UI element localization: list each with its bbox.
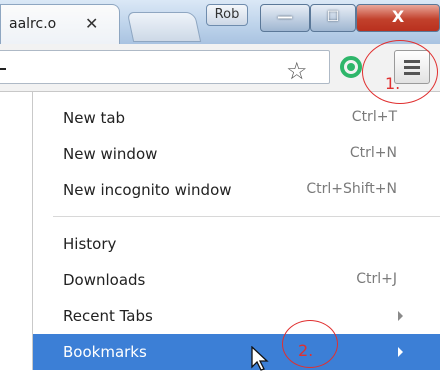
menu-item-shortcut: Ctrl+J (356, 271, 397, 287)
title-bar: aalrc.o ✕ Rob — ☐ X (0, 0, 440, 44)
annotation-label-1: 1. (385, 74, 401, 93)
menu-item-shortcut: Ctrl+Shift+N (306, 181, 397, 197)
browser-tab[interactable]: aalrc.o ✕ (0, 4, 120, 44)
menu-item-recent-tabs[interactable]: Recent Tabs (33, 298, 440, 334)
menu-item-bookmarks[interactable]: Bookmarks (33, 334, 440, 370)
menu-item-new-tab[interactable]: New tab Ctrl+T (33, 100, 440, 136)
menu-item-label: New window (63, 145, 158, 163)
maximize-button[interactable]: ☐ (310, 4, 356, 32)
menu-separator (53, 216, 440, 217)
menu-item-label: Bookmarks (63, 343, 147, 361)
menu-item-shortcut: Ctrl+N (349, 145, 397, 161)
minimize-button[interactable]: — (260, 4, 310, 32)
tab-close-icon[interactable]: ✕ (85, 14, 98, 33)
menu-item-label: New tab (63, 109, 126, 127)
annotation-label-2: 2. (298, 341, 314, 360)
menu-item-shortcut: Ctrl+T (351, 109, 397, 125)
mouse-cursor-icon (251, 346, 269, 371)
menu-item-downloads[interactable]: Downloads Ctrl+J (33, 262, 440, 298)
menu-item-label: Downloads (63, 271, 146, 289)
annotation-circle-1 (362, 40, 438, 104)
divider (0, 68, 6, 70)
profile-button[interactable]: Rob (206, 4, 248, 26)
close-button[interactable]: X (356, 4, 440, 32)
menu-item-new-window[interactable]: New window Ctrl+N (33, 136, 440, 172)
address-bar[interactable]: ☆ (0, 50, 330, 85)
star-icon[interactable]: ☆ (286, 57, 308, 85)
menu-item-label: Recent Tabs (63, 307, 153, 325)
menu-item-history[interactable]: History (33, 226, 440, 262)
extension-icon[interactable] (340, 56, 362, 78)
menu-item-label: History (63, 235, 117, 253)
submenu-arrow-icon (398, 347, 403, 357)
menu-item-label: New incognito window (63, 181, 232, 199)
tab-title: aalrc.o (9, 16, 57, 32)
new-tab-button[interactable] (126, 12, 202, 42)
chrome-menu: New tab Ctrl+T New window Ctrl+N New inc… (32, 92, 440, 370)
menu-item-new-incognito-window[interactable]: New incognito window Ctrl+Shift+N (33, 172, 440, 208)
submenu-arrow-icon (398, 311, 403, 321)
